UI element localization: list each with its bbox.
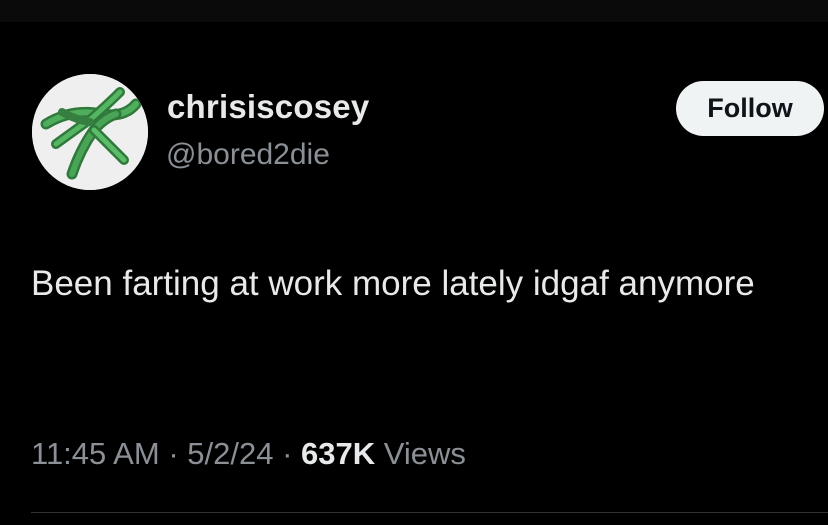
views-count[interactable]: 637K [301,436,375,471]
follow-button[interactable]: Follow [676,81,824,136]
tweet-meta: 11:45 AM · 5/2/24 · 637K Views [31,436,466,472]
display-name[interactable]: chrisiscosey [167,88,369,126]
views-label[interactable]: Views [384,436,466,471]
avatar[interactable] [32,74,148,190]
meta-separator: · [282,436,293,471]
user-handle[interactable]: @bored2die [166,138,330,172]
green-hair-clip-icon [32,74,148,190]
tweet-date[interactable]: 5/2/24 [187,436,273,471]
tweet-card: chrisiscosey @bored2die Follow Been fart… [0,22,828,525]
meta-separator: · [168,436,179,471]
tweet-text: Been farting at work more lately idgaf a… [31,264,755,303]
top-bar [0,0,828,22]
tweet-time[interactable]: 11:45 AM [31,436,160,471]
divider [31,512,828,513]
